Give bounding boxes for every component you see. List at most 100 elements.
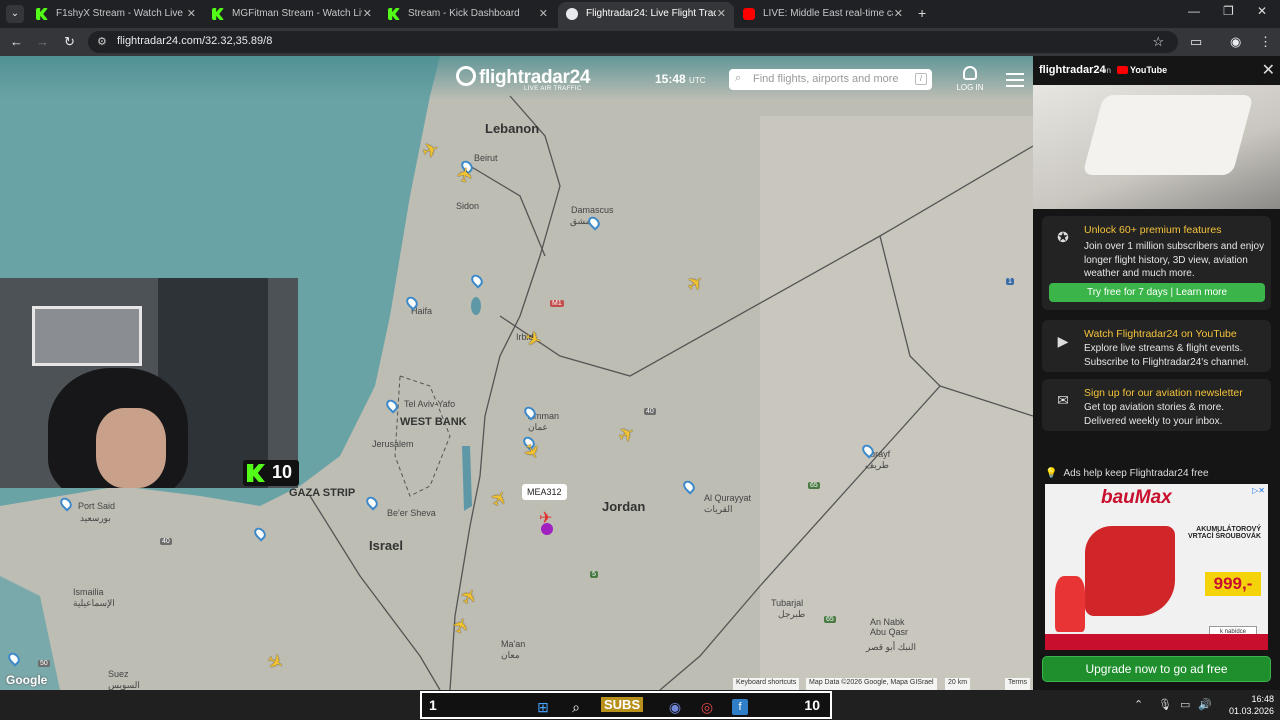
site-info-icon[interactable]: ⚙ (97, 35, 107, 48)
city-label: Beirut (474, 153, 498, 163)
tab-label: MGFitman Stream - Watch Live (232, 8, 362, 19)
city-label: عمان (528, 422, 548, 432)
microphone-icon[interactable]: 🎙 (1158, 698, 1172, 711)
youtube-label-text: YouTube (1130, 65, 1168, 75)
chevron-up-icon[interactable]: ⌃ (1134, 698, 1143, 711)
app-icon[interactable]: f (732, 699, 748, 715)
new-tab-button[interactable]: + (918, 5, 926, 21)
country-label-israel: Israel (369, 538, 403, 553)
city-label: Tubarjal (771, 598, 804, 608)
city-label: النبك أبو قصر (866, 642, 916, 652)
bookmark-star-icon[interactable]: ☆ (1152, 34, 1164, 50)
shortcut-hint: / (915, 73, 927, 85)
cast-icon[interactable]: ▭ (1190, 34, 1202, 50)
address-bar[interactable]: ⚙ flightradar24.com/32.32,35.89/8 ☆ (88, 31, 1178, 53)
city-label: Suez (108, 669, 129, 679)
browser-menu-icon[interactable]: ⋮ (1259, 34, 1272, 50)
youtube-label: YouTube (1117, 65, 1167, 75)
fr24-tagline: LIVE AIR TRAFFIC (524, 86, 582, 92)
volume-icon[interactable]: 🔊 (1198, 698, 1212, 711)
system-clock[interactable]: 16:48 01.03.2026 (1222, 693, 1274, 717)
city-label: Ma'an (501, 639, 526, 649)
region-label-west-bank: WEST BANK (400, 416, 467, 428)
road-badge: 50 (38, 660, 50, 667)
close-icon[interactable]: ✕ (539, 2, 548, 26)
kick-viewer-count: 10 (272, 462, 293, 482)
city-label: بورسعيد (80, 513, 111, 523)
tab-flightradar24[interactable]: Flightradar24: Live Flight Tracker ✕ (558, 2, 734, 28)
try-free-button[interactable]: Try free for 7 days | Learn more (1049, 283, 1265, 302)
utc-clock: 15:48 UTC (655, 72, 706, 86)
radar-icon (456, 66, 476, 86)
browser-tab-bar: ⌄ F1shyX Stream - Watch Live on ✕ MGFitm… (0, 0, 1280, 28)
webcam-shelf (32, 306, 142, 366)
premium-badge-icon: ✪ (1057, 229, 1069, 245)
city-label: Ismailia (73, 587, 104, 597)
youtube-icon (1117, 66, 1128, 74)
upgrade-ad-free-button[interactable]: Upgrade now to go ad free (1042, 656, 1271, 682)
ad-product-image (1085, 526, 1175, 616)
newsletter-title: Sign up for our aviation newsletter (1084, 387, 1243, 399)
windows-start-icon[interactable]: ⊞ (535, 699, 551, 715)
overlay-right-number: 10 (804, 697, 820, 713)
advertisement[interactable]: bauMax ▷✕ AKUMULÁTOROVÝ VRTACÍ ŠROUBOVÁK… (1045, 484, 1268, 650)
back-arrow-icon[interactable]: ← (10, 34, 23, 49)
stream-overlay-bar: 1 ⊞ ⌕ SUBS ◉ ◎ f 10 (420, 691, 832, 719)
west-bank-outline (394, 375, 451, 497)
forward-arrow-icon[interactable]: → (36, 34, 49, 49)
city-label: طبرجل (778, 609, 806, 619)
discord-icon[interactable]: ◉ (667, 699, 683, 715)
road-badge: 65 (808, 482, 820, 489)
tab-kick-dashboard[interactable]: Stream - Kick Dashboard ✕ (380, 2, 556, 28)
reload-icon[interactable]: ↻ (64, 34, 75, 50)
close-icon[interactable]: ✕ (363, 2, 372, 26)
city-label: طريف (865, 460, 889, 470)
login-button[interactable]: LOG IN (955, 66, 985, 92)
minimize-button[interactable]: — (1188, 4, 1200, 18)
flight-callout[interactable]: MEA312 (522, 484, 567, 500)
subs-label: SUBS (601, 697, 644, 712)
tab-mgfitman[interactable]: MGFitman Stream - Watch Live ✕ (204, 2, 380, 28)
tab-middle-east-cam[interactable]: LIVE: Middle East real-time cam ✕ (735, 2, 911, 28)
city-label: السويس (108, 680, 140, 690)
newsletter-card[interactable]: ✉ Sign up for our aviation newsletter Ge… (1042, 379, 1271, 431)
utc-clock-time: 15:48 (655, 72, 686, 86)
kick-icon (247, 464, 265, 482)
url-text: flightradar24.com/32.32,35.89/8 (117, 35, 273, 47)
cursor-highlight (541, 523, 553, 535)
window-close-button[interactable]: ✕ (1257, 4, 1267, 18)
youtube-card-body: Explore live streams & flight events. Su… (1084, 343, 1249, 368)
tab-f1shyx[interactable]: F1shyX Stream - Watch Live on ✕ (28, 2, 204, 28)
kick-viewer-badge: 10 (243, 460, 299, 486)
adchoices-icon[interactable]: ▷✕ (1252, 486, 1265, 495)
app-icon[interactable]: ◎ (699, 699, 715, 715)
ad-footer (1045, 634, 1268, 650)
terms-link[interactable]: Terms (1005, 678, 1031, 690)
profile-icon[interactable]: ◉ (1230, 34, 1241, 50)
sea-of-galilee (471, 297, 481, 315)
close-icon[interactable]: ✕ (187, 2, 196, 26)
maximize-button[interactable]: ❐ (1223, 4, 1234, 18)
youtube-icon (743, 8, 755, 20)
utc-label: UTC (689, 76, 706, 85)
close-icon[interactable]: ✕ (894, 2, 903, 26)
youtube-video-player[interactable] (1033, 85, 1280, 209)
youtube-card[interactable]: ▶ Watch Flightradar24 on YouTube Explore… (1042, 320, 1271, 372)
windows-taskbar: 1 ⊞ ⌕ SUBS ◉ ◎ f 10 ⌃ 🎙 ▭ 🔊 16:48 01.03.… (0, 690, 1280, 720)
premium-body: Join over 1 million subscribers and enjo… (1084, 241, 1265, 279)
kick-icon (212, 8, 224, 20)
google-logo: Google (6, 673, 48, 687)
city-label: An Nabk Abu Qasr (870, 617, 909, 637)
flight-search-input[interactable]: ⌕ Find flights, airports and more / (729, 69, 932, 90)
search-icon[interactable]: ⌕ (568, 699, 584, 715)
aircraft-icon[interactable]: ✈ (453, 162, 479, 187)
close-icon[interactable]: ✕ (717, 2, 726, 26)
mail-icon: ✉ (1057, 392, 1069, 408)
youtube-play-icon: ▶ (1057, 333, 1069, 349)
network-icon[interactable]: ▭ (1180, 698, 1190, 711)
keyboard-shortcuts-link[interactable]: Keyboard shortcuts (733, 678, 800, 690)
hamburger-menu-icon[interactable] (1006, 73, 1024, 91)
city-label: Tel Aviv-Yafo (404, 399, 456, 409)
close-icon[interactable]: ✕ (1262, 60, 1275, 80)
tab-search-button[interactable]: ⌄ (6, 5, 24, 23)
